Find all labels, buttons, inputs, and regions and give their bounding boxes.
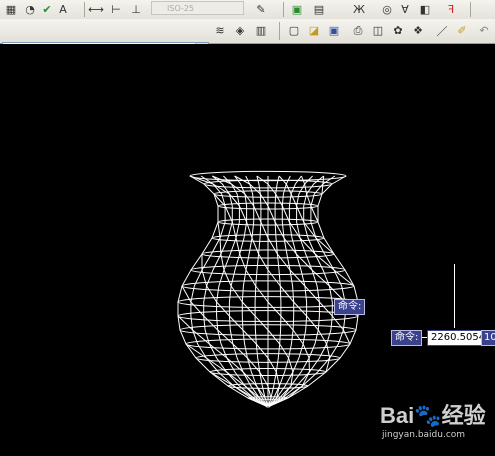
coordinate-input[interactable]: 2260.5054 [427,330,490,346]
dynamic-input-label: 命令: [391,330,423,346]
wireframe-diagonal [253,205,262,223]
wireframe-diagonal [216,301,230,317]
wireframe-diagonal [241,301,256,317]
dimension-linear-icon[interactable]: ⟷ [88,2,104,17]
wireframe-diagonal [310,205,319,223]
wireframe-diagonal [260,221,269,239]
wireframe-diagonal [267,183,277,195]
open-icon[interactable]: ◪ [306,23,322,38]
layer-previous-icon[interactable]: ≋ [212,23,228,38]
wireframe-diagonal [206,285,218,303]
wireframe-diagonal [292,329,304,345]
snap-icon[interactable]: ◎ [379,2,395,17]
new-icon[interactable]: ▢ [286,23,302,38]
dimension-style-combo[interactable]: ISO-25 [151,1,244,15]
wireframe-diagonal [302,343,310,359]
toolbar-separator [470,2,471,17]
wireframe-diagonal [251,237,260,255]
crosshair-vertical [454,264,455,328]
plot-preview-icon[interactable]: ◫ [370,23,386,38]
orbit-icon[interactable]: ◔ [22,2,38,17]
wireframe-diagonal [275,193,283,207]
wireframe-diagonal [230,285,243,303]
wireframe-diagonal [279,343,290,359]
command-tooltip: 命令: [334,299,366,315]
wireframe-diagonal [259,193,269,207]
wireframe-diagonal [290,193,298,207]
wireframe-diagonal [258,253,269,271]
toolbar-separator [84,2,85,17]
layout-icon[interactable]: ▦ [3,2,19,17]
wireframe-diagonal [255,343,269,359]
check-icon[interactable]: ✔ [39,2,55,17]
wireframe-diagonal [306,315,319,331]
wireframe-diagonal [280,315,294,331]
wireframe-diagonal [285,183,292,195]
layer-icon[interactable]: ◧ [417,2,433,17]
wireframe-diagonal [229,315,244,331]
wireframe-diagonal [331,315,344,331]
layer-make-current-icon[interactable]: ◈ [232,23,248,38]
properties-icon[interactable]: ▤ [311,2,327,17]
wireframe-diagonal [203,315,219,331]
wireframe-diagonal [304,183,308,195]
wireframe-diagonal [190,301,205,317]
wireframe-diagonal [245,269,257,287]
wireframe-diagonal [288,357,294,373]
toolbar-separator [279,22,280,40]
wireframe-diagonal [223,269,232,287]
watermark-url: jingyan.baidu.com [382,430,466,440]
brush-icon[interactable]: ✐ [454,23,470,38]
wireframe-diagonal [255,285,269,303]
arc-icon[interactable]: Ж [351,2,367,17]
standard-toolbar: ▦ ◔ ✔ A ⟷ ⊢ ⊥ ISO-25 ✎ ▣ ▤ Ж ◎ ∀ ◧ ꟻ [0,0,495,20]
text-style-icon[interactable]: A [55,2,71,17]
save-icon[interactable]: ▣ [326,23,342,38]
drawing-viewport[interactable] [0,44,495,456]
dimension-ordinate-icon[interactable]: ⊥ [128,2,144,17]
publish-icon[interactable]: ✿ [390,23,406,38]
wireframe-diagonal [267,329,281,345]
wireframe-diagonal [317,329,328,345]
edit-icon[interactable]: ✎ [253,2,269,17]
wireframe-diagonal [319,301,333,317]
wireframe-diagonal [239,253,247,271]
match-properties-icon[interactable]: ／ [434,23,450,38]
select-icon[interactable]: ▣ [289,2,305,17]
dimension-aligned-icon[interactable]: ⊢ [108,2,124,17]
wireframe-diagonal [267,205,276,223]
wireframe-diagonal [217,221,221,239]
grid-icon[interactable]: ∀ [397,2,413,17]
baidu-logo: Bai🐾经验 [380,403,486,428]
plot-icon[interactable]: ⎙ [350,23,366,38]
toolbar-separator [283,2,284,17]
wireframe-diagonal [293,301,307,317]
wireframe-diagonal [242,329,257,345]
baidu-watermark: Bai🐾经验 jingyan.baidu.com [380,398,490,446]
vase-wireframe [177,170,359,408]
wireframe-diagonal [254,315,269,331]
layer-manager-icon[interactable]: ▥ [253,23,269,38]
sheet-set-icon[interactable]: ❖ [410,23,426,38]
wireframe-diagonal [267,357,277,373]
wireframe-diagonal [267,269,281,287]
coordinate-input-2[interactable]: 10 [481,330,495,346]
undo-icon[interactable]: ↶ [476,23,492,38]
layers-toolbar: 0 ▼ ≋ ◈ ▥ ▢ ◪ ▣ ⎙ ◫ ✿ ❖ ／ ✐ ↶ [0,19,495,60]
wireframe-diagonal [322,175,325,185]
pen-icon[interactable]: ꟻ [443,2,459,17]
wireframe-diagonal [279,285,295,303]
wireframe-diagonal [267,301,282,317]
